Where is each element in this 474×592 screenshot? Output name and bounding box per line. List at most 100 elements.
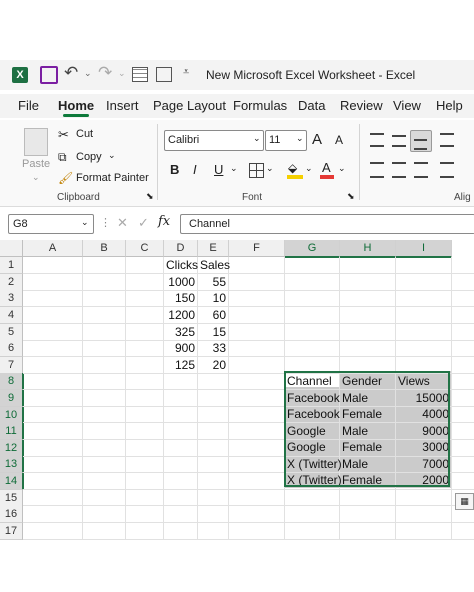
font-name-select[interactable]: Calibri ⌄ [164, 130, 264, 151]
row-header[interactable]: 13 [0, 456, 24, 473]
decrease-indent-icon[interactable] [440, 162, 454, 178]
font-launcher-icon[interactable]: ⬊ [347, 191, 355, 202]
align-middle-icon[interactable] [392, 135, 406, 147]
align-right-icon[interactable] [414, 162, 428, 178]
tab-page-layout[interactable]: Page Layout [153, 98, 226, 113]
form-icon[interactable] [156, 67, 172, 82]
row-header[interactable]: 8 [0, 373, 24, 390]
tab-insert[interactable]: Insert [106, 98, 139, 113]
column-header[interactable]: A [23, 240, 83, 257]
table-cell[interactable]: 125 [164, 357, 195, 373]
row-header[interactable]: 2 [0, 274, 23, 291]
clipboard-launcher-icon[interactable]: ⬊ [146, 191, 154, 202]
table-icon[interactable] [132, 67, 148, 82]
fill-color-button[interactable]: ⬙ [287, 161, 303, 179]
table-cell[interactable]: 1200 [164, 307, 195, 323]
bold-button[interactable]: B [170, 162, 179, 177]
table-cell[interactable]: 150 [164, 290, 195, 306]
copy-button[interactable]: Copy [76, 151, 102, 163]
table-cell[interactable]: 55 [198, 274, 226, 290]
tab-formulas[interactable]: Formulas [233, 98, 287, 113]
row-header[interactable]: 16 [0, 506, 23, 523]
font-size-select[interactable]: 11 ⌄ [265, 130, 307, 151]
format-painter-button[interactable]: Format Painter [76, 172, 149, 184]
row-header[interactable]: 9 [0, 390, 24, 407]
underline-button[interactable]: U [214, 162, 223, 177]
align-top-icon[interactable] [370, 133, 384, 147]
row-header[interactable]: 1 [0, 257, 23, 274]
column-header[interactable]: H [340, 240, 396, 258]
table-header-cell[interactable]: Clicks [166, 257, 198, 273]
paste-label[interactable]: Paste [22, 158, 50, 170]
row-header[interactable]: 4 [0, 307, 23, 324]
paste-dropdown-icon[interactable]: ⌄ [32, 172, 40, 183]
row-header[interactable]: 7 [0, 357, 23, 374]
grow-font-button[interactable]: A [312, 131, 322, 148]
align-bottom-button[interactable] [410, 130, 432, 152]
row-header[interactable]: 5 [0, 324, 23, 341]
cut-button[interactable]: Cut [76, 128, 93, 140]
row-header[interactable]: 11 [0, 423, 24, 440]
row-header[interactable]: 3 [0, 290, 23, 307]
worksheet-grid[interactable]: A B C D E F G H I 1 2 3 4 5 6 7 8 9 10 1… [0, 240, 474, 540]
fill-color-dropdown-icon[interactable]: ⌄ [305, 163, 313, 174]
tab-file[interactable]: File [18, 98, 39, 113]
column-header[interactable]: F [229, 240, 285, 257]
table-cell[interactable]: 60 [198, 307, 226, 323]
table-cell[interactable]: 15 [198, 324, 226, 340]
tab-home[interactable]: Home [58, 98, 94, 113]
cancel-icon[interactable]: ✕ [117, 215, 128, 231]
enter-icon[interactable]: ✓ [138, 215, 149, 231]
insert-function-button[interactable]: fx [158, 214, 170, 229]
underline-dropdown-icon[interactable]: ⌄ [230, 163, 238, 174]
shrink-font-button[interactable]: A [335, 133, 343, 147]
name-box-value: G8 [13, 218, 28, 230]
gridline [23, 489, 474, 490]
table-cell[interactable]: 10 [198, 290, 226, 306]
orientation-icon[interactable] [440, 133, 454, 147]
save-icon[interactable] [40, 66, 58, 84]
formula-input[interactable]: Channel [180, 214, 474, 234]
select-all-corner[interactable] [0, 240, 23, 257]
column-header[interactable]: C [126, 240, 164, 257]
row-header[interactable]: 17 [0, 523, 23, 540]
borders-icon[interactable] [249, 163, 264, 178]
table-cell[interactable]: 1000 [164, 274, 195, 290]
table-cell[interactable]: 33 [198, 340, 226, 356]
undo-dropdown-icon[interactable]: ⌄ [84, 68, 92, 79]
name-box[interactable]: G8 ⌄ [8, 214, 94, 234]
align-left-icon[interactable] [370, 162, 384, 178]
undo-icon[interactable]: ↶ [64, 63, 78, 83]
row-header[interactable]: 12 [0, 440, 24, 457]
customize-quick-access-icon[interactable]: ⩡ [183, 66, 189, 79]
align-bottom-icon [414, 139, 427, 150]
paste-icon[interactable] [24, 128, 48, 156]
redo-dropdown-icon[interactable]: ⌄ [118, 68, 126, 79]
table-cell[interactable]: 900 [164, 340, 195, 356]
table-cell[interactable]: 325 [164, 324, 195, 340]
tab-view[interactable]: View [393, 98, 421, 113]
column-header[interactable]: D [164, 240, 198, 257]
copy-dropdown-icon[interactable]: ⌄ [108, 150, 116, 161]
column-header[interactable]: E [198, 240, 229, 257]
quick-analysis-icon[interactable]: ▦ [455, 493, 474, 510]
row-header[interactable]: 14 [0, 473, 24, 490]
tab-help[interactable]: Help [436, 98, 463, 113]
tab-data[interactable]: Data [298, 98, 325, 113]
column-header[interactable]: B [83, 240, 126, 257]
italic-button[interactable]: I [193, 162, 197, 177]
row-header[interactable]: 6 [0, 340, 23, 357]
borders-dropdown-icon[interactable]: ⌄ [266, 163, 274, 174]
font-color-dropdown-icon[interactable]: ⌄ [338, 163, 346, 174]
font-color-button[interactable]: A [320, 160, 334, 179]
more-options-icon[interactable]: ⋮ [100, 216, 111, 229]
table-cell[interactable]: 20 [198, 357, 226, 373]
align-center-icon[interactable] [392, 162, 406, 178]
tab-review[interactable]: Review [340, 98, 383, 113]
column-header[interactable]: I [396, 240, 452, 258]
row-header[interactable]: 10 [0, 407, 24, 424]
column-header[interactable]: G [285, 240, 340, 258]
table-header-cell[interactable]: Sales [200, 257, 230, 273]
row-header[interactable]: 15 [0, 490, 23, 507]
redo-icon[interactable]: ↷ [98, 63, 112, 83]
